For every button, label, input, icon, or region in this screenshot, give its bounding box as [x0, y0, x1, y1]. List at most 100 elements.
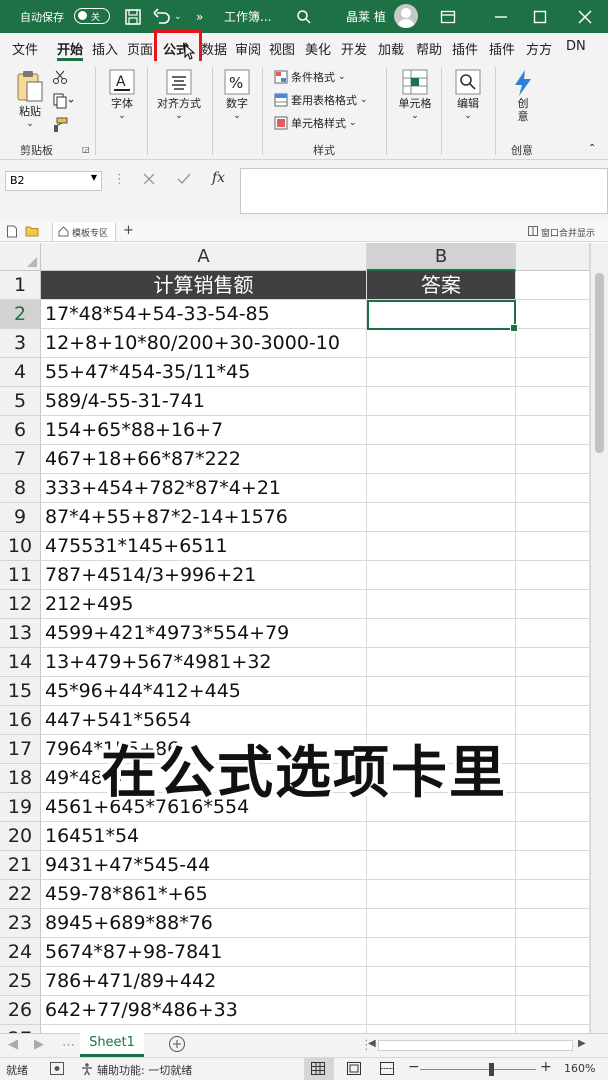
- normal-view-icon[interactable]: [311, 1062, 325, 1078]
- page-layout-view-icon[interactable]: [347, 1062, 361, 1078]
- row-header[interactable]: 22: [0, 880, 41, 909]
- cancel-icon[interactable]: [142, 171, 156, 190]
- cell-a[interactable]: 4599+421*4973*554+79: [41, 619, 367, 648]
- name-box[interactable]: B2 ▼: [5, 171, 102, 191]
- cell-a[interactable]: 45*96+44*412+445: [41, 677, 367, 706]
- cell-b[interactable]: [367, 967, 516, 996]
- new-file-icon[interactable]: [6, 225, 18, 241]
- column-header-c[interactable]: [516, 243, 590, 271]
- ribbon-display-icon[interactable]: [440, 0, 456, 33]
- cell-c[interactable]: [516, 300, 590, 329]
- clipboard-launcher-icon[interactable]: ◲: [82, 145, 90, 154]
- cell-c[interactable]: [516, 677, 590, 706]
- cell-b[interactable]: [367, 590, 516, 619]
- insert-function-icon[interactable]: fx: [212, 170, 225, 186]
- tab-data[interactable]: 数据: [201, 39, 227, 58]
- cell-c[interactable]: [516, 996, 590, 1025]
- cell-b[interactable]: [367, 416, 516, 445]
- cell-b[interactable]: [367, 938, 516, 967]
- cell-a[interactable]: 13+479+567*4981+32: [41, 648, 367, 677]
- cell-a[interactable]: 459-78*861*+65: [41, 880, 367, 909]
- tab-home[interactable]: 开始: [57, 39, 84, 61]
- cell-b[interactable]: [367, 329, 516, 358]
- row-header[interactable]: 1: [0, 271, 41, 300]
- cell-b[interactable]: [367, 677, 516, 706]
- search-icon[interactable]: [296, 0, 312, 33]
- cell-b[interactable]: [367, 851, 516, 880]
- selected-cell-b2[interactable]: [367, 300, 518, 332]
- add-sheet-icon[interactable]: [168, 1035, 186, 1057]
- avatar[interactable]: [394, 4, 418, 28]
- overflow-icon[interactable]: »: [196, 0, 203, 33]
- cell-a[interactable]: 475531*145+6511: [41, 532, 367, 561]
- name-box-dropdown-icon[interactable]: ▼: [91, 173, 97, 182]
- cell-b[interactable]: [367, 474, 516, 503]
- window-merge-icon[interactable]: [528, 226, 538, 239]
- tab-page-layout[interactable]: 页面: [127, 39, 153, 58]
- cell-b[interactable]: [367, 648, 516, 677]
- zoom-out-icon[interactable]: −: [408, 1059, 420, 1075]
- scroll-right-icon[interactable]: ▶: [578, 1038, 586, 1049]
- header-cell-a[interactable]: 计算销售额: [41, 271, 367, 300]
- column-header-a[interactable]: A: [41, 243, 367, 271]
- template-tab[interactable]: 模板专区: [52, 223, 116, 241]
- sheet-bar-more-icon[interactable]: ⋯: [62, 1038, 75, 1053]
- cell-a[interactable]: 12+8+10*80/200+30-3000-10: [41, 329, 367, 358]
- cell-a[interactable]: 87*4+55+87*2-14+1576: [41, 503, 367, 532]
- cell-b[interactable]: [367, 532, 516, 561]
- tab-plugin-2[interactable]: 插件: [489, 39, 515, 58]
- horizontal-scrollbar[interactable]: [378, 1040, 573, 1051]
- collapse-ribbon-icon[interactable]: ⌃: [588, 143, 596, 154]
- cell-a[interactable]: 212+495: [41, 590, 367, 619]
- tab-insert[interactable]: 插入: [92, 39, 118, 58]
- cell-c[interactable]: [516, 445, 590, 474]
- cut-icon[interactable]: [52, 69, 68, 88]
- header-cell-b[interactable]: 答案: [367, 271, 516, 300]
- editing-button[interactable]: 编辑 ⌄: [448, 69, 488, 121]
- scroll-left-icon[interactable]: ◀: [368, 1038, 376, 1049]
- cell-c[interactable]: [516, 329, 590, 358]
- cell-b[interactable]: [367, 445, 516, 474]
- cell-a[interactable]: 467+18+66*87*222: [41, 445, 367, 474]
- zoom-slider-track[interactable]: [420, 1069, 536, 1070]
- tab-beautify[interactable]: 美化: [305, 39, 331, 58]
- cell-c[interactable]: [516, 851, 590, 880]
- row-header[interactable]: 7: [0, 445, 41, 474]
- cell-a[interactable]: 154+65*88+16+7: [41, 416, 367, 445]
- cell-a[interactable]: 787+4514/3+996+21: [41, 561, 367, 590]
- sheet-tab-sheet1[interactable]: Sheet1: [80, 1033, 144, 1057]
- row-header[interactable]: 24: [0, 938, 41, 967]
- format-painter-icon[interactable]: [52, 117, 68, 136]
- row-header[interactable]: 20: [0, 822, 41, 851]
- cell-c[interactable]: [516, 967, 590, 996]
- copy-icon[interactable]: [52, 93, 74, 112]
- zoom-level[interactable]: 160%: [564, 1062, 595, 1075]
- font-button[interactable]: A 字体 ⌄: [104, 69, 140, 121]
- row-header[interactable]: 12: [0, 590, 41, 619]
- zoom-in-icon[interactable]: +: [540, 1059, 552, 1075]
- cell-b[interactable]: [367, 503, 516, 532]
- close-icon[interactable]: [578, 0, 592, 33]
- cell-a[interactable]: 333+454+782*87*4+21: [41, 474, 367, 503]
- cell-a[interactable]: 589/4-55-31-741: [41, 387, 367, 416]
- row-header[interactable]: 13: [0, 619, 41, 648]
- cell-b[interactable]: [367, 880, 516, 909]
- row-header[interactable]: 2: [0, 300, 41, 329]
- tab-view[interactable]: 视图: [269, 39, 295, 58]
- row-header[interactable]: 14: [0, 648, 41, 677]
- cell-c[interactable]: [516, 271, 590, 300]
- tab-addins[interactable]: 加载: [378, 39, 404, 58]
- tab-plugin-1[interactable]: 插件: [452, 39, 478, 58]
- cell-b[interactable]: [367, 387, 516, 416]
- cell-c[interactable]: [516, 938, 590, 967]
- vertical-scrollbar[interactable]: [590, 243, 608, 1038]
- cell-c[interactable]: [516, 822, 590, 851]
- prev-sheet-icon[interactable]: ◀: [8, 1037, 18, 1052]
- cell-a[interactable]: 16451*54: [41, 822, 367, 851]
- undo-dropdown-icon[interactable]: ⌄: [174, 0, 182, 33]
- format-as-table-button[interactable]: 套用表格格式 ⌄: [274, 92, 368, 108]
- row-header[interactable]: 9: [0, 503, 41, 532]
- row-header[interactable]: 25: [0, 967, 41, 996]
- cell-a[interactable]: 642+77/98*486+33: [41, 996, 367, 1025]
- create-button[interactable]: 创 意: [506, 69, 540, 123]
